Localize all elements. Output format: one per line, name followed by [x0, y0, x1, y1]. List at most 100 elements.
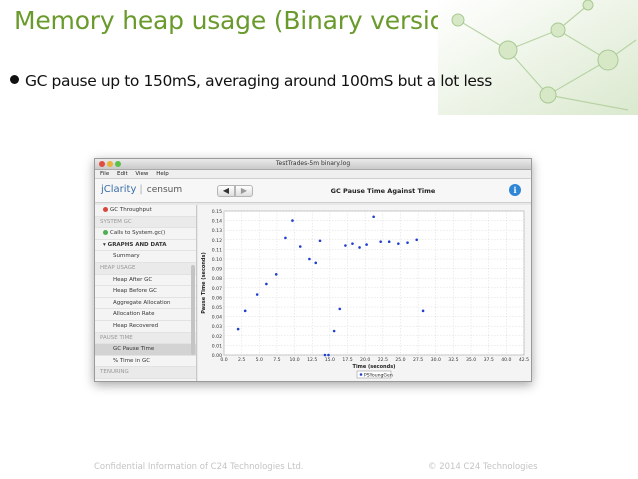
legend-marker: [359, 373, 363, 376]
y-tick-label: 0.06: [212, 295, 222, 301]
data-point: [344, 244, 347, 247]
data-point: [397, 242, 400, 245]
x-tick-label: 2.5: [238, 357, 245, 363]
arrow-left-icon: ◀: [222, 186, 230, 195]
data-point: [243, 309, 247, 313]
menu-view[interactable]: View: [135, 171, 148, 177]
back-button[interactable]: ◀: [217, 185, 235, 197]
window-titlebar: TestTrades-5m binary.log: [95, 159, 531, 170]
data-point: [327, 353, 330, 357]
data-point: [308, 257, 311, 261]
sidebar-item-label: PAUSE TIME: [100, 334, 133, 341]
sidebar-item-label: GC Throughput: [110, 207, 152, 213]
sidebar-item-label: Heap After GC: [113, 276, 153, 283]
x-tick-label: 17.5: [342, 357, 352, 363]
data-point: [265, 282, 268, 286]
data-point: [284, 236, 287, 240]
x-tick-label: 37.5: [484, 357, 494, 363]
sidebar: GC Throughput SYSTEM GC Calls to System.gc…: [95, 205, 197, 381]
data-point: [318, 239, 322, 243]
y-tick-label: 0.15: [212, 209, 222, 215]
error-status-icon: [103, 206, 108, 212]
x-tick-label: 10.0: [289, 357, 299, 363]
data-point: [332, 329, 336, 333]
x-axis-label: Time (seconds): [353, 364, 396, 370]
x-tick-label: 32.5: [448, 357, 458, 363]
data-point: [298, 245, 302, 248]
data-point: [338, 307, 342, 311]
sidebar-item[interactable]: GC Pause Time: [95, 344, 196, 356]
sidebar-item-label: % Time in GC: [113, 357, 151, 364]
y-tick-label: 0.04: [212, 315, 222, 321]
x-tick-label: 20.0: [360, 357, 370, 363]
data-point: [314, 261, 318, 265]
sidebar-item-label: SYSTEM GC: [100, 218, 132, 225]
x-tick-label: 12.5: [307, 357, 317, 363]
network-graphic: [438, 0, 638, 115]
x-tick-label: 7.5: [273, 357, 280, 363]
sidebar-item-label: ▾ GRAPHS AND DATA: [103, 241, 167, 248]
x-tick-label: 35.0: [466, 357, 476, 363]
y-tick-label: 0.03: [212, 324, 222, 330]
arrow-right-icon: ▶: [240, 186, 248, 195]
data-point: [274, 273, 278, 276]
window-title: TestTrades-5m binary.log: [275, 160, 351, 167]
data-point: [372, 215, 375, 219]
sidebar-item-label: Calls to System.gc(): [110, 230, 166, 237]
data-point: [387, 240, 391, 244]
bullet-icon: [10, 75, 19, 84]
data-point: [415, 238, 419, 242]
sidebar-item[interactable]: Allocation Rate: [95, 309, 196, 321]
censum-logo: censum: [146, 185, 183, 195]
slide-title: Memory heap usage (Binary version): [14, 6, 470, 35]
sidebar-item-label: Heap Before GC: [113, 288, 157, 295]
sidebar-scrollbar[interactable]: [191, 265, 195, 355]
sidebar-item[interactable]: ▾ GRAPHS AND DATA: [95, 240, 196, 252]
sidebar-item[interactable]: Calls to System.gc(): [95, 228, 196, 240]
data-point: [255, 293, 259, 296]
menu-file[interactable]: File: [100, 171, 109, 177]
sidebar-item[interactable]: Heap Recovered: [95, 321, 196, 333]
sidebar-item[interactable]: Summary: [95, 251, 196, 263]
data-point: [323, 353, 327, 357]
forward-button[interactable]: ▶: [235, 185, 253, 197]
data-point: [365, 243, 368, 246]
data-point: [351, 242, 354, 245]
y-axis-label: Pause Time (seconds): [201, 252, 207, 314]
footer-copyright: © 2014 C24 Technologies: [428, 462, 538, 472]
data-point: [406, 241, 409, 244]
y-tick-label: 0.14: [212, 219, 222, 225]
data-point: [421, 309, 425, 313]
sidebar-item-label: GC Pause Time: [113, 346, 155, 353]
bullet-text: GC pause up to 150mS, averaging around 1…: [25, 72, 492, 90]
sidebar-item-label: HEAP USAGE: [100, 264, 136, 271]
app-logo: jClarity | censum: [101, 184, 183, 195]
info-icon[interactable]: i: [509, 184, 521, 196]
data-point: [291, 219, 294, 222]
sidebar-section-header: TENURING: [95, 367, 196, 379]
legend-label: PSYoungGen: [364, 372, 393, 378]
x-tick-label: 25.0: [395, 357, 405, 363]
data-point: [358, 246, 361, 249]
menu-help[interactable]: Help: [156, 171, 169, 177]
sidebar-item[interactable]: Aggregate Allocation: [95, 298, 196, 310]
sidebar-item[interactable]: Heap Before GC: [95, 286, 196, 298]
sidebar-item[interactable]: Heap After GC: [95, 275, 196, 287]
sidebar-section-header: HEAP USAGE: [95, 262, 196, 275]
sidebar-item-label: Heap Recovered: [113, 322, 159, 329]
sidebar-item-label: Allocation Rate: [113, 311, 155, 318]
sidebar-item[interactable]: % Time in GC: [95, 356, 196, 368]
menu-edit[interactable]: Edit: [117, 171, 128, 177]
scatter-plot: 0.15 0.14 0.13 0.12 0.11 0.10 0.09 0.08 0.07 0.06…: [198, 205, 531, 381]
x-tick-label: 22.5: [378, 357, 388, 363]
y-tick-label: 0.08: [212, 276, 222, 282]
bullet-item: GC pause up to 150mS, averaging around 1…: [10, 72, 492, 90]
toolbar: jClarity | censum ◀ ▶ GC Pause Time Agains…: [95, 179, 531, 203]
sidebar-item[interactable]: GC Throughput: [95, 205, 196, 217]
y-tick-label: 0.05: [212, 305, 222, 311]
x-tick-label: 5.0: [256, 357, 263, 363]
sidebar-section-header: PAUSE TIME: [95, 332, 196, 345]
x-tick-label: 27.5: [413, 357, 423, 363]
sidebar-item-label: Aggregate Allocation: [113, 299, 171, 306]
y-tick-label: 0.12: [212, 238, 222, 244]
